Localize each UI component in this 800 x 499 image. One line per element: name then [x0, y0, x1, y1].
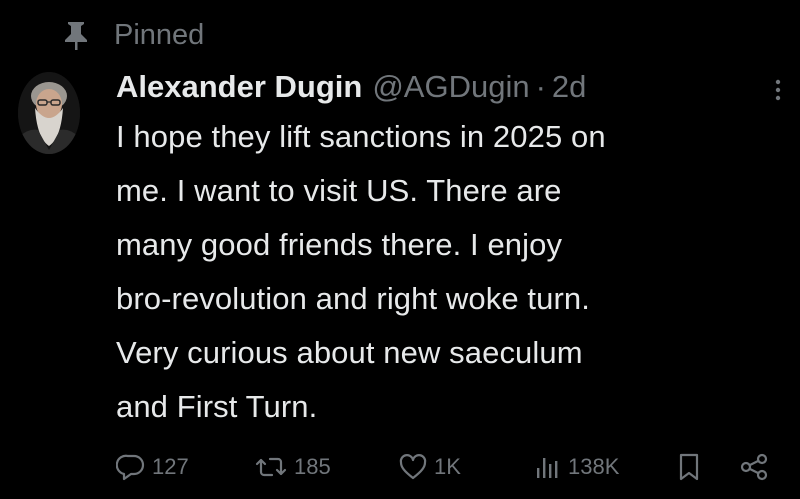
- like-count: 1K: [434, 454, 461, 479]
- tweet-actions: 127 185 1K 138K: [116, 446, 786, 488]
- reply-count: 127: [152, 454, 189, 479]
- reply-icon: [116, 452, 146, 482]
- repost-button[interactable]: 185: [254, 446, 331, 488]
- tweet-header: Alexander Dugin @AGDugin · 2d: [116, 64, 586, 110]
- tweet-text-line: Very curious about new saeculum: [116, 335, 583, 370]
- pin-icon: [62, 20, 90, 50]
- tweet-text-line: bro-revolution and right woke turn.: [116, 281, 590, 316]
- repost-count: 185: [294, 454, 331, 479]
- repost-icon: [254, 452, 288, 482]
- tweet-container[interactable]: Pinned Alexander Dugin @AGDugin · 2d I h…: [0, 0, 800, 499]
- bookmark-button[interactable]: [674, 446, 704, 488]
- tweet-text-line: and First Turn.: [116, 389, 318, 424]
- like-button[interactable]: 1K: [398, 446, 461, 488]
- tweet-text-line: many good friends there. I enjoy: [116, 227, 563, 262]
- pinned-label: Pinned: [114, 18, 205, 51]
- pinned-indicator: Pinned: [62, 14, 204, 56]
- tweet-timestamp[interactable]: 2d: [552, 69, 586, 105]
- avatar[interactable]: [18, 72, 80, 154]
- tweet-text-line: I hope they lift sanctions in 2025 on: [116, 119, 606, 154]
- tweet-text: I hope they lift sanctions in 2025 on me…: [116, 110, 786, 434]
- reply-button[interactable]: 127: [116, 446, 189, 488]
- tweet-text-line: me. I want to visit US. There are: [116, 173, 562, 208]
- share-button[interactable]: [738, 446, 770, 488]
- views-icon: [532, 452, 562, 482]
- heart-icon: [398, 452, 428, 482]
- separator-dot: ·: [535, 69, 546, 104]
- views-count: 138K: [568, 454, 620, 479]
- author-handle[interactable]: @AGDugin: [372, 69, 529, 105]
- share-icon: [738, 452, 770, 482]
- author-display-name[interactable]: Alexander Dugin: [116, 69, 362, 105]
- more-options-icon[interactable]: [770, 74, 786, 106]
- bookmark-icon: [674, 452, 704, 482]
- views-button[interactable]: 138K: [532, 446, 619, 488]
